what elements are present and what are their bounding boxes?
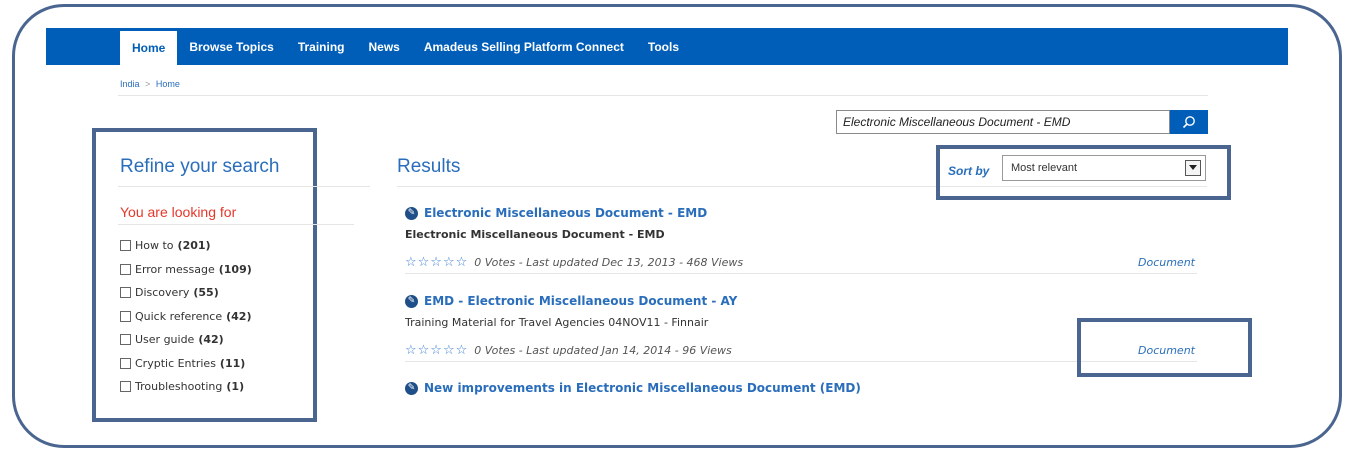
document-annotation-box	[1077, 318, 1252, 377]
result-meta: 0 Votes - Last updated Dec 13, 2013 - 46…	[474, 255, 744, 269]
facet-count: (55)	[193, 286, 219, 300]
facet-how-to[interactable]: How to (201)	[120, 234, 252, 258]
search-button[interactable]	[1170, 110, 1208, 134]
facet-checkbox[interactable]	[120, 287, 131, 299]
chevron-down-icon[interactable]	[1185, 160, 1201, 176]
facet-count: (42)	[198, 333, 224, 347]
looking-for-divider	[118, 224, 354, 225]
looking-for-title: You are looking for	[120, 204, 237, 220]
document-icon: ✎	[405, 206, 418, 220]
facet-quick-reference[interactable]: Quick reference (42)	[120, 305, 252, 329]
facet-label: Quick reference	[135, 309, 223, 323]
breadcrumb-home[interactable]: Home	[156, 79, 180, 89]
result-item: ✎ New improvements in Electronic Miscell…	[405, 381, 1205, 395]
breadcrumb-divider	[118, 95, 1208, 96]
facet-label: Cryptic Entries	[135, 356, 216, 370]
refine-divider	[118, 186, 370, 187]
facet-count: (42)	[226, 309, 252, 323]
facet-checkbox[interactable]	[120, 334, 131, 346]
top-navigation: Home Browse Topics Training News Amadeus…	[46, 28, 1288, 65]
facet-list: How to (201) Error message (109) Discove…	[120, 234, 252, 399]
breadcrumb-separator: >	[145, 79, 151, 89]
facet-label: Troubleshooting	[135, 380, 223, 394]
facet-user-guide[interactable]: User guide (42)	[120, 328, 252, 352]
result-divider	[405, 273, 1197, 274]
results-title: Results	[397, 156, 461, 177]
sort-selected-value: Most relevant	[1011, 162, 1078, 174]
rating-stars-icon[interactable]: ☆☆☆☆☆	[405, 343, 468, 358]
nav-tools[interactable]: Tools	[636, 28, 691, 65]
document-icon: ✎	[405, 381, 418, 395]
facet-count: (109)	[218, 262, 252, 276]
result-title-link[interactable]: Electronic Miscellaneous Document - EMD	[424, 206, 707, 220]
sort-label: Sort by	[948, 164, 990, 178]
facet-label: User guide	[135, 333, 195, 347]
facet-label: Error message	[135, 262, 215, 276]
breadcrumb: India > Home	[120, 79, 180, 89]
facet-cryptic-entries[interactable]: Cryptic Entries (11)	[120, 352, 252, 376]
result-title-link[interactable]: EMD - Electronic Miscellaneous Document …	[424, 294, 737, 308]
facet-checkbox[interactable]	[120, 357, 131, 369]
facet-count: (1)	[226, 380, 245, 394]
rating-stars-icon[interactable]: ☆☆☆☆☆	[405, 255, 468, 270]
result-item: ✎ Electronic Miscellaneous Document - EM…	[405, 206, 1205, 274]
facet-checkbox[interactable]	[120, 263, 131, 275]
nav-browse-topics[interactable]: Browse Topics	[177, 28, 285, 65]
breadcrumb-india[interactable]: India	[120, 79, 140, 89]
facet-discovery[interactable]: Discovery (55)	[120, 281, 252, 305]
facet-label: Discovery	[135, 286, 190, 300]
result-meta: 0 Votes - Last updated Jan 14, 2014 - 96…	[474, 343, 732, 357]
facet-troubleshooting[interactable]: Troubleshooting (1)	[120, 375, 252, 399]
result-description: Electronic Miscellaneous Document - EMD	[405, 228, 665, 241]
nav-home[interactable]: Home	[120, 31, 178, 65]
facet-count: (201)	[177, 239, 211, 253]
nav-selling-platform-connect[interactable]: Amadeus Selling Platform Connect	[412, 28, 636, 65]
result-title-link[interactable]: New improvements in Electronic Miscellan…	[424, 381, 861, 395]
facet-label: How to	[135, 239, 174, 253]
search-icon	[1182, 116, 1195, 129]
facet-error-message[interactable]: Error message (109)	[120, 258, 252, 282]
facet-checkbox[interactable]	[120, 310, 131, 322]
facet-checkbox[interactable]	[120, 240, 131, 252]
nav-training[interactable]: Training	[286, 28, 357, 65]
document-icon: ✎	[405, 294, 418, 308]
refine-title: Refine your search	[120, 156, 280, 177]
facet-checkbox[interactable]	[120, 381, 131, 393]
nav-news[interactable]: News	[356, 28, 411, 65]
facet-count: (11)	[219, 356, 246, 370]
search-input[interactable]	[836, 110, 1170, 134]
result-type-link[interactable]: Document	[1138, 256, 1195, 269]
sort-select[interactable]: Most relevant	[1002, 155, 1206, 181]
